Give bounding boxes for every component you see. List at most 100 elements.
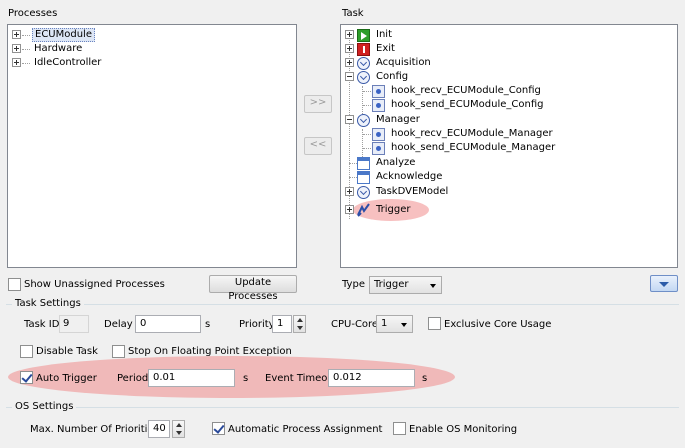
task-id-value: 9 [59, 315, 89, 333]
collapse-icon[interactable] [345, 115, 354, 124]
chevron-down-icon [401, 323, 407, 327]
expand-icon[interactable] [345, 187, 354, 196]
task-item-analyze[interactable]: Analyze [341, 156, 461, 170]
task-item-label: Manager [376, 114, 420, 125]
task-item-label: Acknowledge [376, 171, 443, 182]
move-left-button[interactable]: << [304, 137, 332, 155]
cpu-core-select-value: 1 [381, 318, 388, 329]
delay-input[interactable]: 0 [135, 315, 201, 333]
expand-icon[interactable] [12, 30, 21, 39]
update-processes-button[interactable]: Update Processes [209, 275, 297, 302]
exit-icon [357, 43, 370, 56]
show-unassigned-checkbox[interactable] [8, 278, 21, 291]
expand-icon[interactable] [345, 58, 354, 67]
max-priorities-input[interactable]: 40 [148, 420, 170, 438]
play-icon [357, 29, 370, 42]
show-unassigned-label: Show Unassigned Processes [24, 279, 165, 290]
type-select-value: Trigger [374, 279, 409, 290]
process-item-idlecontroller[interactable]: IdleController [8, 56, 128, 70]
exclusive-core-label: Exclusive Core Usage [444, 319, 552, 330]
task-item-label: Analyze [376, 157, 416, 168]
event-timeout-label: Event Timeout [265, 373, 338, 384]
expand-icon[interactable] [345, 30, 354, 39]
expand-icon[interactable] [345, 44, 354, 53]
expand-icon[interactable] [12, 44, 21, 53]
disable-task-label: Disable Task [36, 346, 98, 357]
period-label: Period [117, 373, 149, 384]
task-item-label: hook_send_ECUModule_Config [391, 99, 544, 110]
task-item-exit[interactable]: Exit [341, 42, 441, 56]
task-item-label: hook_send_ECUModule_Manager [391, 142, 556, 153]
task-window-icon [357, 171, 370, 184]
max-priorities-spinner[interactable] [172, 420, 185, 438]
auto-assign-checkbox[interactable] [212, 422, 225, 435]
period-unit: s [243, 373, 249, 384]
disable-task-checkbox[interactable] [20, 345, 33, 358]
trigger-icon [357, 203, 371, 217]
task-item-manager[interactable]: Manager [341, 113, 461, 127]
task-item-hook-recv-config[interactable]: hook_recv_ECUModule_Config [341, 84, 581, 98]
processes-header: Processes [8, 8, 58, 19]
task-id-label: Task ID [24, 319, 60, 330]
hook-icon [372, 128, 385, 141]
period-input[interactable]: 0.01 [148, 369, 235, 387]
process-item-ecumodule[interactable]: ECUModule [8, 28, 128, 42]
stop-fp-checkbox[interactable] [112, 345, 125, 358]
chevron-down-icon [430, 284, 436, 288]
cpu-core-select[interactable]: 1 [376, 315, 413, 333]
task-item-acknowledge[interactable]: Acknowledge [341, 170, 461, 184]
max-priorities-label: Max. Number Of Priorities [30, 424, 159, 435]
process-item-hardware[interactable]: Hardware [8, 42, 128, 56]
auto-trigger-checkbox[interactable] [20, 371, 33, 384]
delay-label: Delay [104, 319, 133, 330]
collapse-icon[interactable] [345, 72, 354, 81]
delay-unit: s [205, 319, 211, 330]
task-item-label: Trigger [376, 204, 411, 215]
task-item-label: TaskDVEModel [376, 186, 449, 197]
os-monitoring-checkbox[interactable] [393, 422, 406, 435]
event-timeout-input[interactable]: 0.012 [328, 369, 415, 387]
chevron-circle-icon [357, 71, 370, 84]
processes-tree[interactable]: ECUModule Hardware IdleController [7, 24, 297, 268]
chevron-down-icon [659, 282, 669, 287]
os-settings-title: OS Settings [12, 401, 77, 413]
task-item-config[interactable]: Config [341, 70, 461, 84]
task-item-hook-send-config[interactable]: hook_send_ECUModule_Config [341, 98, 581, 112]
task-item-trigger[interactable]: Trigger [341, 203, 461, 217]
task-item-acquisition[interactable]: Acquisition [341, 56, 461, 70]
exclusive-core-checkbox[interactable] [428, 317, 441, 330]
expand-icon[interactable] [12, 58, 21, 67]
type-select[interactable]: Trigger [369, 276, 442, 294]
hook-icon [372, 99, 385, 112]
process-item-label: IdleController [34, 57, 102, 68]
task-item-label: Init [376, 29, 392, 40]
task-tree[interactable]: Init Exit Acquisition Config hook_recv_E… [340, 24, 678, 268]
expand-icon[interactable] [345, 205, 354, 214]
task-item-hook-recv-manager[interactable]: hook_recv_ECUModule_Manager [341, 127, 581, 141]
task-item-label: hook_recv_ECUModule_Manager [391, 128, 553, 139]
task-item-hook-send-manager[interactable]: hook_send_ECUModule_Manager [341, 141, 581, 155]
task-header: Task [342, 8, 364, 19]
os-monitoring-label: Enable OS Monitoring [409, 424, 518, 435]
task-settings-title: Task Settings [12, 298, 84, 310]
hook-icon [372, 142, 385, 155]
task-item-label: Config [376, 71, 409, 82]
task-settings-divider [6, 304, 679, 305]
event-timeout-unit: s [422, 373, 428, 384]
task-item-label: Acquisition [376, 57, 431, 68]
hook-icon [372, 85, 385, 98]
priority-input[interactable]: 1 [272, 315, 292, 333]
priority-label: Priority [239, 319, 275, 330]
collapse-toggle-button[interactable] [650, 275, 678, 292]
chevron-circle-icon [357, 57, 370, 70]
cpu-core-label: CPU-Core [331, 319, 379, 330]
priority-spinner[interactable] [293, 315, 306, 333]
os-settings-divider [6, 407, 679, 408]
chevron-circle-icon [357, 114, 370, 127]
auto-assign-label: Automatic Process Assignment [228, 424, 383, 435]
process-item-label: ECUModule [32, 28, 95, 42]
task-item-taskdvemodel[interactable]: TaskDVEModel [341, 185, 461, 199]
move-right-button[interactable]: >> [304, 95, 332, 113]
auto-trigger-label: Auto Trigger [36, 373, 97, 384]
task-item-init[interactable]: Init [341, 28, 441, 42]
